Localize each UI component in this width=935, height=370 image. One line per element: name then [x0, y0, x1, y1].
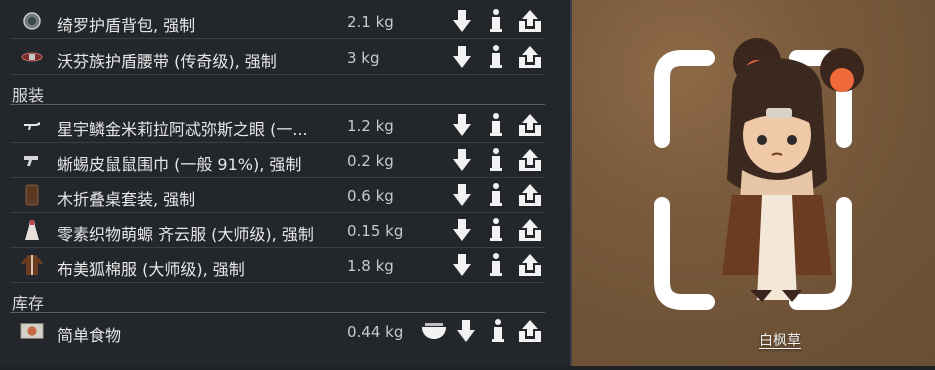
info-icon [490, 148, 502, 171]
unequip-button[interactable] [517, 217, 543, 243]
item-weight: 3 kg [347, 49, 380, 67]
info-icon [490, 253, 502, 276]
info-icon [492, 319, 504, 342]
selection-brackets [654, 38, 864, 310]
section-stock: 库存 [12, 294, 45, 313]
shield-belt-icon [20, 46, 44, 68]
info-button[interactable] [483, 252, 509, 278]
drop-button[interactable] [449, 44, 475, 70]
unequip-button[interactable] [517, 147, 543, 173]
drop-button[interactable] [449, 217, 475, 243]
down-arrow-icon [453, 46, 471, 68]
table-set-icon [20, 184, 44, 206]
info-button[interactable] [483, 182, 509, 208]
info-button[interactable] [485, 318, 511, 344]
tray-up-arrow-icon [519, 254, 541, 276]
info-icon [490, 218, 502, 241]
drop-button[interactable] [449, 252, 475, 278]
inventory-row[interactable]: 蜥蜴皮鼠鼠围巾 (一般 91%), 强制 0.2 kg [10, 143, 545, 178]
inventory-row[interactable]: 简单食物 0.44 kg [10, 314, 545, 348]
info-icon [490, 9, 502, 32]
drop-button[interactable] [453, 318, 479, 344]
info-button[interactable] [483, 147, 509, 173]
unequip-button[interactable] [517, 318, 543, 344]
meal-icon [20, 320, 44, 342]
pistol-icon [20, 149, 44, 171]
section-divider [10, 312, 545, 313]
down-arrow-icon [453, 149, 471, 171]
unequip-button[interactable] [517, 112, 543, 138]
drop-button[interactable] [449, 8, 475, 34]
inventory-row[interactable]: 沃芬族护盾腰带 (传奇级), 强制 3 kg [10, 40, 545, 75]
tray-up-arrow-icon [519, 114, 541, 136]
inventory-row[interactable]: 布美狐棉服 (大师级), 强制 1.8 kg [10, 248, 545, 283]
info-icon [490, 45, 502, 68]
tray-up-arrow-icon [519, 46, 541, 68]
item-name: 零素织物萌螈 齐云服 (大师级), 强制 [57, 225, 314, 244]
drop-button[interactable] [449, 147, 475, 173]
info-button[interactable] [483, 217, 509, 243]
inventory-panel: 绮罗护盾背包, 强制 2.1 kg 沃芬族护盾腰带 (传奇级), 强制 3 kg… [0, 0, 572, 366]
shield-pack-icon [20, 10, 44, 32]
down-arrow-icon [457, 320, 475, 342]
tray-up-arrow-icon [519, 219, 541, 241]
item-name: 布美狐棉服 (大师级), 强制 [57, 260, 245, 279]
inventory-row[interactable]: 绮罗护盾背包, 强制 2.1 kg [10, 4, 545, 39]
item-name: 简单食物 [57, 326, 122, 345]
unequip-button[interactable] [517, 252, 543, 278]
coat-icon [20, 254, 44, 276]
item-name: 绮罗护盾背包, 强制 [57, 16, 196, 35]
inventory-row[interactable]: 零素织物萌螈 齐云服 (大师级), 强制 0.15 kg [10, 213, 545, 248]
item-weight: 0.15 kg [347, 222, 404, 240]
character-name-label[interactable]: 白枫草 [759, 330, 801, 350]
info-button[interactable] [483, 8, 509, 34]
down-arrow-icon [453, 219, 471, 241]
item-weight: 0.6 kg [347, 187, 394, 205]
item-weight: 1.8 kg [347, 257, 394, 275]
down-arrow-icon [453, 10, 471, 32]
down-arrow-icon [453, 114, 471, 136]
drop-button[interactable] [449, 182, 475, 208]
down-arrow-icon [453, 254, 471, 276]
info-button[interactable] [483, 44, 509, 70]
tray-up-arrow-icon [519, 320, 541, 342]
tray-up-arrow-icon [519, 184, 541, 206]
unequip-button[interactable] [517, 182, 543, 208]
inventory-row[interactable]: 星宇鳞金米莉拉阿忒弥斯之眼 (一... 1.2 kg [10, 108, 545, 143]
item-name: 沃芬族护盾腰带 (传奇级), 强制 [57, 52, 277, 71]
inventory-row[interactable]: 木折叠桌套装, 强制 0.6 kg [10, 178, 545, 213]
drop-button[interactable] [449, 112, 475, 138]
game-map-view[interactable]: 白枫草 [572, 0, 935, 366]
item-name: 木折叠桌套装, 强制 [57, 190, 196, 209]
item-weight: 0.2 kg [347, 152, 394, 170]
item-name: 星宇鳞金米莉拉阿忒弥斯之眼 (一... [57, 120, 308, 139]
item-weight: 1.2 kg [347, 117, 394, 135]
gun-icon [20, 114, 44, 136]
eat-button[interactable] [421, 318, 447, 344]
item-weight: 0.44 kg [347, 323, 404, 341]
section-divider [10, 104, 545, 105]
item-name: 蜥蜴皮鼠鼠围巾 (一般 91%), 强制 [57, 155, 302, 174]
dress-icon [20, 219, 44, 241]
tray-up-arrow-icon [519, 149, 541, 171]
info-icon [490, 183, 502, 206]
unequip-button[interactable] [517, 44, 543, 70]
item-weight: 2.1 kg [347, 13, 394, 31]
info-button[interactable] [483, 112, 509, 138]
down-arrow-icon [453, 184, 471, 206]
tray-up-arrow-icon [519, 10, 541, 32]
bowl-icon [422, 323, 446, 339]
unequip-button[interactable] [517, 8, 543, 34]
info-icon [490, 113, 502, 136]
section-apparel: 服装 [12, 86, 45, 105]
